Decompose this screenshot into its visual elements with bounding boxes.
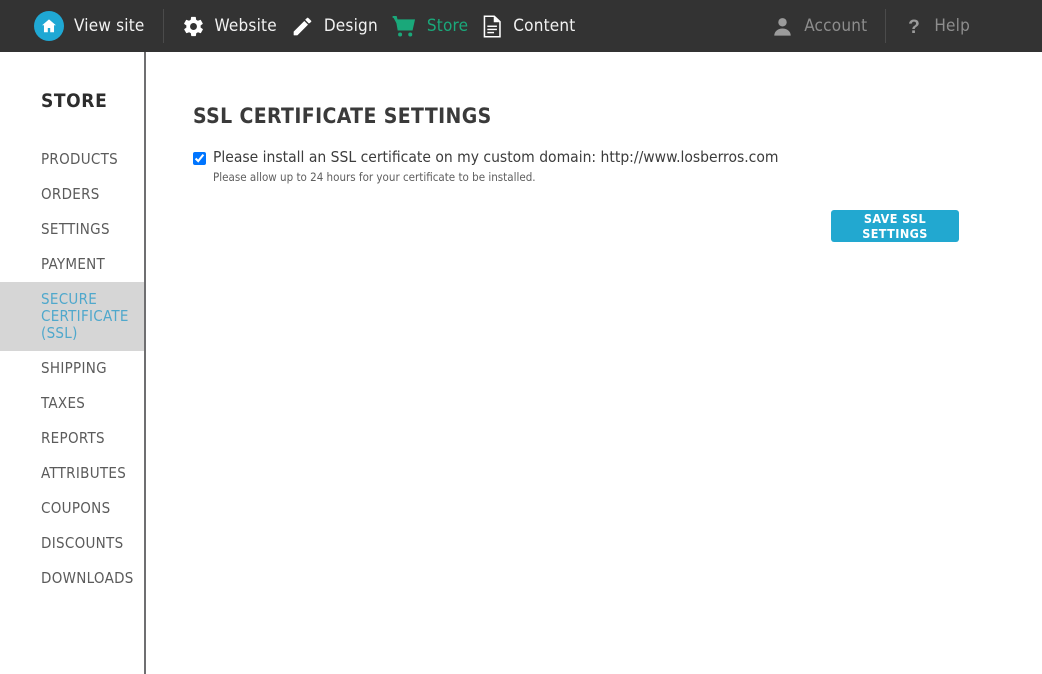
sidebar-item-payment[interactable]: PAYMENT — [0, 247, 144, 282]
store-sidebar: STORE PRODUCTS ORDERS SETTINGS PAYMENT S… — [0, 52, 146, 674]
ssl-certificate-option-row: Please install an SSL certificate on my … — [193, 148, 778, 166]
nav-item-help[interactable]: ? Help — [904, 0, 984, 52]
sidebar-item-settings[interactable]: SETTINGS — [0, 212, 144, 247]
sidebar-item-downloads[interactable]: DOWNLOADS — [0, 561, 144, 596]
nav-label-account: Account — [804, 16, 868, 36]
main-content-area: SSL CERTIFICATE SETTINGS Please install … — [148, 52, 1042, 674]
sidebar-title: STORE — [41, 90, 108, 112]
question-mark-icon: ? — [904, 15, 924, 38]
nav-item-website[interactable]: Website — [182, 0, 291, 52]
sidebar-item-reports[interactable]: REPORTS — [0, 421, 144, 456]
ssl-install-hint: Please allow up to 24 hours for your cer… — [213, 170, 536, 184]
sidebar-item-discounts[interactable]: DISCOUNTS — [0, 526, 144, 561]
nav-item-view-site[interactable]: View site — [34, 0, 159, 52]
nav-divider-right — [885, 9, 887, 43]
nav-label-website: Website — [214, 16, 277, 36]
ssl-install-checkbox[interactable] — [193, 152, 206, 165]
nav-item-design[interactable]: Design — [291, 0, 392, 52]
sidebar-item-products[interactable]: PRODUCTS — [0, 142, 144, 177]
save-ssl-settings-button[interactable]: SAVE SSL SETTINGS — [831, 210, 959, 242]
nav-divider — [162, 9, 164, 43]
sidebar-menu: PRODUCTS ORDERS SETTINGS PAYMENT SECURE … — [0, 142, 144, 596]
gear-icon — [182, 15, 205, 38]
nav-item-account[interactable]: Account — [771, 0, 881, 52]
user-icon — [771, 15, 794, 38]
pencil-icon — [291, 15, 314, 38]
account-nav-group: Account ? Help — [771, 0, 984, 52]
sidebar-item-secure-certificate-ssl[interactable]: SECURE CERTIFICATE (SSL) — [0, 282, 144, 351]
home-icon — [34, 11, 64, 41]
page-title: SSL CERTIFICATE SETTINGS — [193, 104, 492, 129]
nav-label-view-site: View site — [74, 16, 145, 36]
nav-label-help: Help — [934, 16, 970, 36]
nav-label-store: Store — [426, 16, 469, 36]
nav-label-content: Content — [513, 16, 576, 36]
nav-item-content[interactable]: Content — [482, 0, 589, 52]
top-navigation-bar: View site Website Design Store Content A… — [0, 0, 1042, 52]
sidebar-item-attributes[interactable]: ATTRIBUTES — [0, 456, 144, 491]
sidebar-item-shipping[interactable]: SHIPPING — [0, 351, 144, 386]
document-icon — [482, 14, 503, 38]
nav-item-store[interactable]: Store — [392, 0, 482, 52]
nav-label-design: Design — [323, 16, 378, 36]
sidebar-item-orders[interactable]: ORDERS — [0, 177, 144, 212]
sidebar-item-coupons[interactable]: COUPONS — [0, 491, 144, 526]
primary-nav-group: View site Website Design Store Content — [34, 0, 589, 52]
ssl-install-label[interactable]: Please install an SSL certificate on my … — [213, 148, 778, 166]
sidebar-item-taxes[interactable]: TAXES — [0, 386, 144, 421]
shopping-cart-icon — [392, 15, 417, 38]
svg-text:?: ? — [908, 17, 920, 38]
